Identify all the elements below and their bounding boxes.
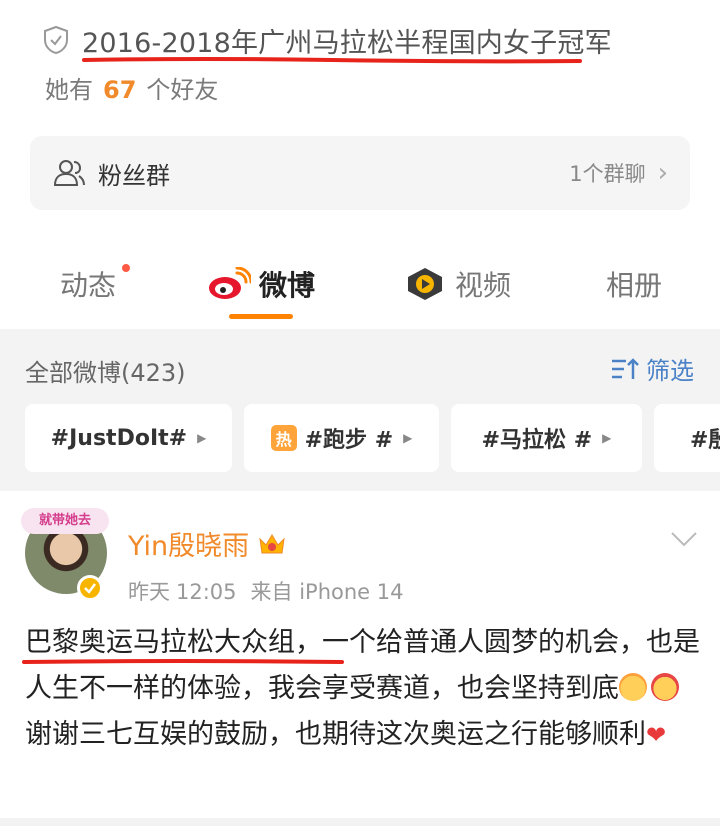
fan-group-label: 粉丝群 [98,161,170,190]
triangle-right-icon: ▶ [403,431,413,445]
friends-suffix: 个好友 [146,76,219,104]
filter-icon [612,357,639,379]
crown-icon [259,533,285,553]
filter-label: 筛选 [646,357,694,385]
emoji-cheer-icon [651,673,679,701]
triangle-right-icon: ▶ [197,431,207,445]
topic-chip[interactable]: #马拉松 # ▶ [451,404,642,472]
separator [0,818,720,826]
friends-prefix: 她有 [45,76,93,104]
fan-group-row[interactable]: 粉丝群 1个群聊 › [30,136,690,210]
video-icon [408,268,442,300]
triangle-right-icon: ▶ [602,431,612,445]
chevron-right-icon: › [657,158,668,188]
time-label: 昨天 [128,580,170,604]
people-icon [53,160,85,186]
notification-dot [122,264,130,272]
hot-badge: 热 [270,425,297,451]
friends-count-text[interactable]: 她有 67 个好友 [45,70,218,105]
topic-chip-label: #殷 [690,428,720,453]
heart-icon: ❤ [646,721,667,749]
tab-video[interactable]: 视频 [405,264,511,304]
shield-icon [44,25,68,55]
emoji-cheer-icon [619,673,647,701]
annotation-underline [82,57,582,64]
profile-tabs: 动态 微博 视频 相册 [0,250,720,328]
tab-weibo[interactable]: 微博 [207,264,315,304]
topic-chip[interactable]: 热 #跑步 # ▶ [244,404,439,472]
topic-chip[interactable]: #殷 [654,404,720,472]
post-text-part2: 谢谢三七互娱的鼓励，也期待这次奥运之行能够顺利 [25,719,646,750]
post-source: 来自 iPhone 14 [250,580,404,604]
verified-icon [77,575,103,601]
tab-label: 视频 [455,269,512,302]
post-content: 巴黎奥运马拉松大众组，一个给普通人圆梦的机会，也是人生不一样的体验，我会享受赛道… [25,620,700,758]
all-posts-label: 全部微博(423) [25,359,186,387]
chevron-down-icon[interactable] [670,530,698,548]
post-time: 12:05 [176,580,237,604]
username: Yin殷晓雨 [128,531,250,562]
posts-filter-section: 全部微博(423) 筛选 #JustDoIt# ▶ 热 #跑步 # ▶ #马拉松 # ▶… [0,329,720,491]
tab-dynamics[interactable]: 动态 [60,264,116,304]
active-tab-indicator [229,314,293,319]
topic-chip[interactable]: #JustDoIt# ▶ [25,404,232,472]
topic-chip-label: #跑步 # [304,428,394,453]
topic-chip-label: #马拉松 # [481,428,593,453]
username-row[interactable]: Yin殷晓雨 [128,524,287,563]
topic-chip-label: #JustDoIt# [50,425,188,451]
post-meta: 昨天 12:05 来自 iPhone 14 [128,576,404,606]
friends-count: 67 [103,76,137,104]
fan-group-count: 1个群聊 [569,162,646,186]
filter-button[interactable]: 筛选 [610,351,694,386]
tab-label: 动态 [60,269,117,302]
tab-label: 相册 [606,269,663,302]
avatar-sticker: 就带她去 [21,508,109,534]
tab-album[interactable]: 相册 [606,264,662,304]
tab-label: 微博 [259,269,316,302]
weibo-icon [209,267,251,299]
annotation-underline [22,659,344,664]
